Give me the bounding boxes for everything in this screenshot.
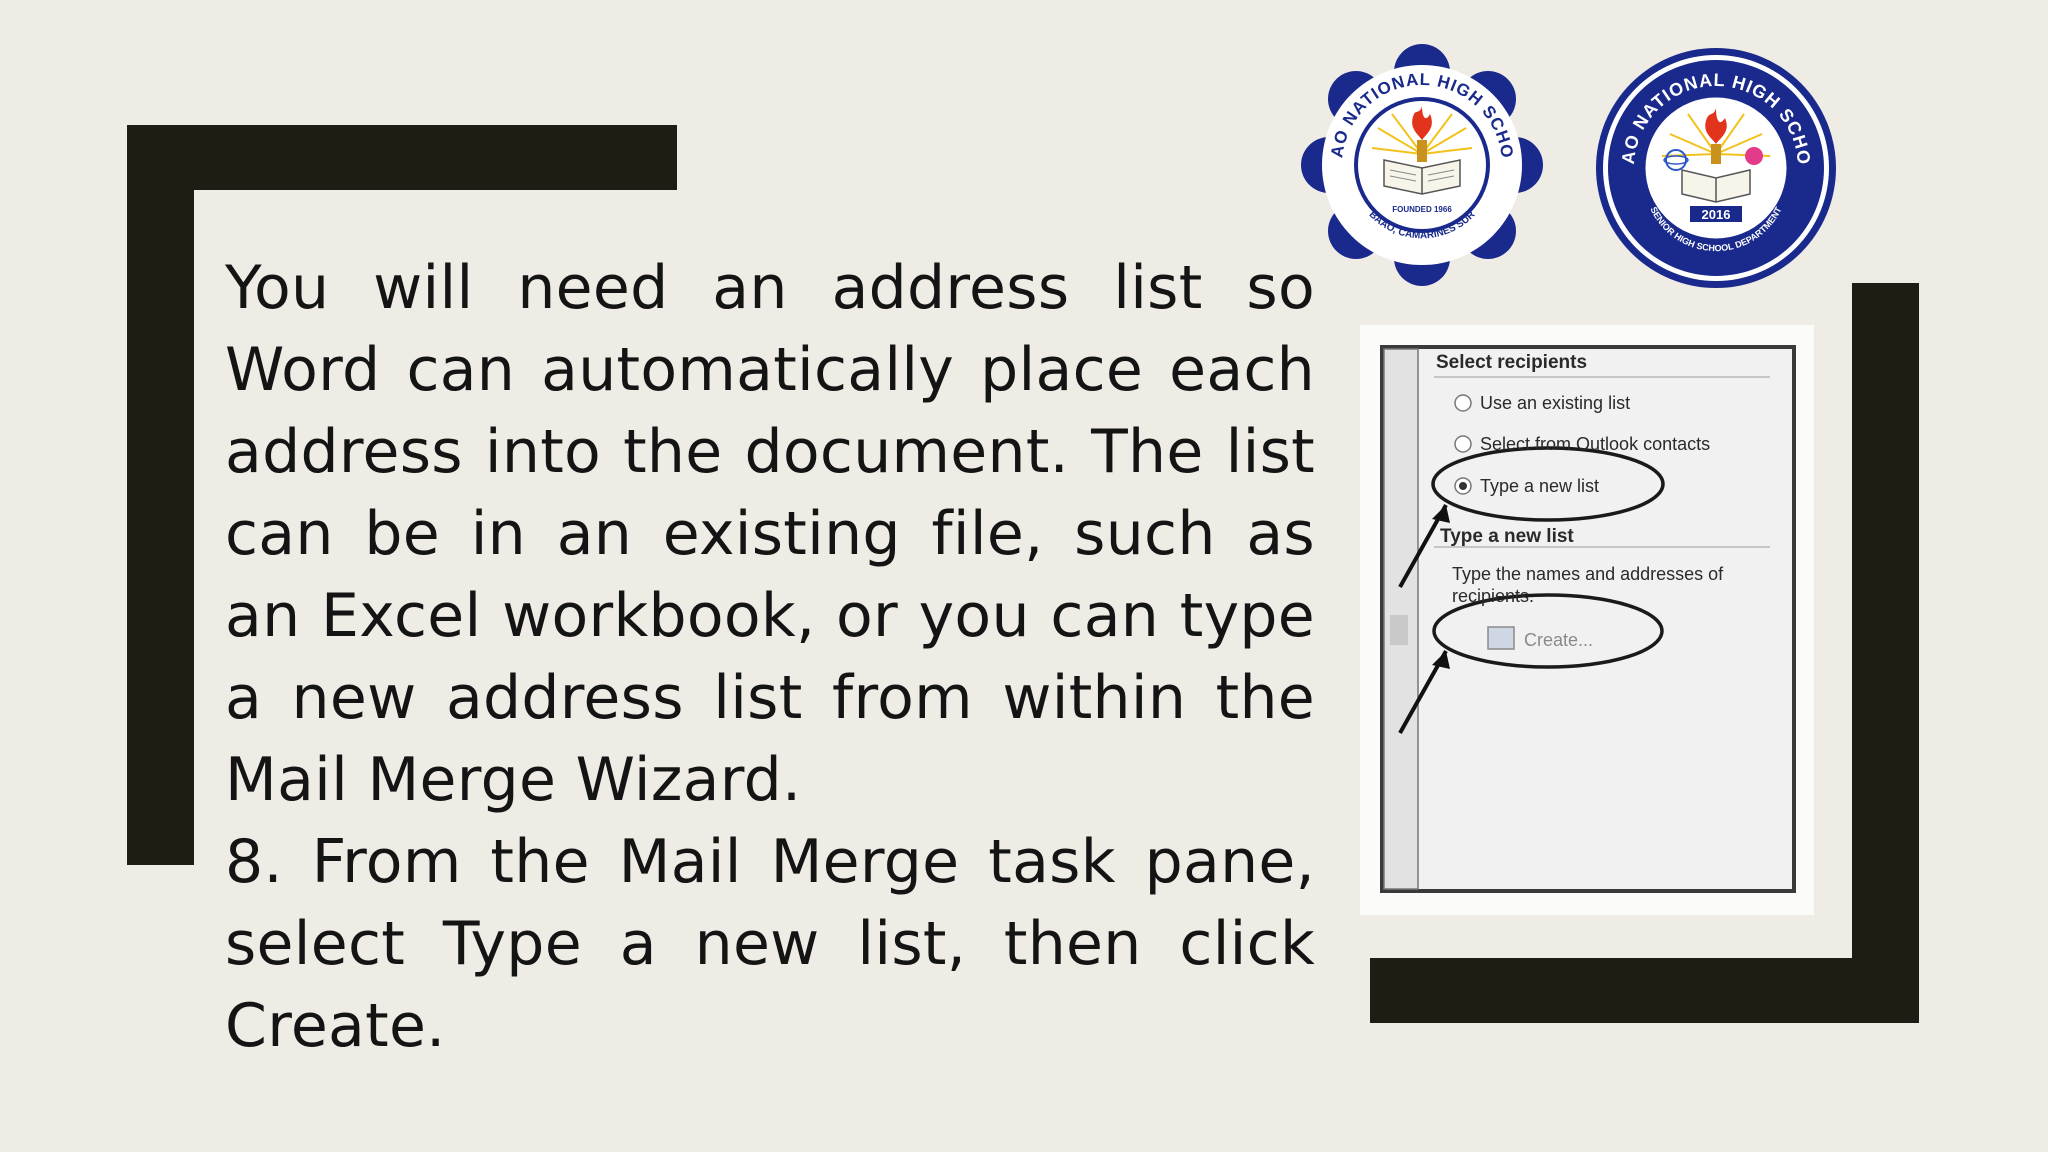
wizard-create-link: Create... xyxy=(1524,630,1594,650)
wizard-option-existing-list: Use an existing list xyxy=(1480,393,1631,413)
school-seal-logo: BAAO NATIONAL HIGH SCHOOL BAAO, CAMARINE… xyxy=(1292,40,1543,286)
slide-body-text: You will need an address list so Word ca… xyxy=(225,247,1315,1067)
paragraph-step-8: 8. From the Mail Merge task pane, select… xyxy=(225,827,1315,1061)
wizard-section-select-recipients: Select recipients xyxy=(1436,352,1588,373)
shs-department-logo: BAAO NATIONAL HIGH SCHOOL SENIOR HIGH SC… xyxy=(1594,46,1836,288)
decorative-bracket-right xyxy=(1852,283,1919,1023)
wizard-description: Type the names and addresses of recipien… xyxy=(1452,564,1724,606)
decorative-bracket-top xyxy=(127,125,677,190)
decorative-bracket-left xyxy=(127,125,194,865)
mail-merge-task-pane-screenshot: Select recipients Use an existing list S… xyxy=(1360,325,1814,915)
wizard-section-type-new-list: Type a new list xyxy=(1440,526,1574,547)
wizard-option-outlook-contacts: Select from Outlook contacts xyxy=(1480,434,1711,454)
wizard-option-type-new-list: Type a new list xyxy=(1480,476,1600,496)
seal-founded: FOUNDED 1966 xyxy=(1392,205,1452,214)
paragraph-address-list: You will need an address list so Word ca… xyxy=(225,253,1315,815)
shs-year: 2016 xyxy=(1702,207,1731,222)
decorative-bracket-bottom xyxy=(1370,958,1919,1023)
